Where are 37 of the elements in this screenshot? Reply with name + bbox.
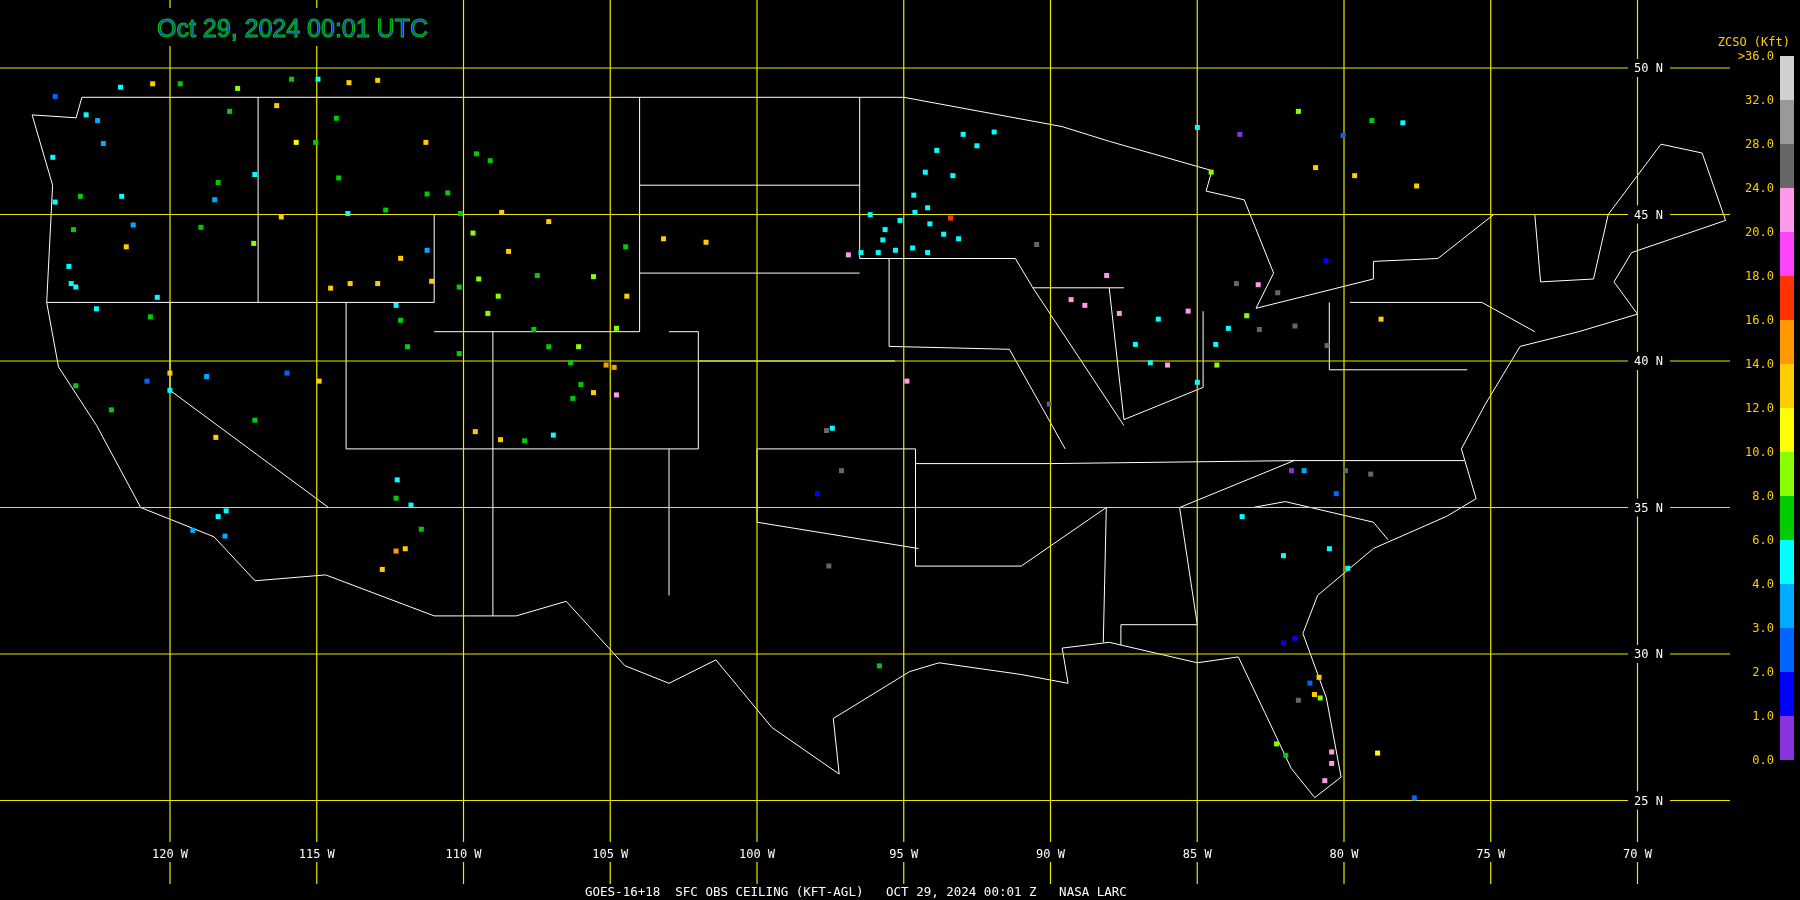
longitude-label: 90 W (1036, 847, 1065, 861)
legend-value: >36.0 (1737, 49, 1774, 63)
longitude-label: 120 W (151, 847, 189, 861)
latitude-label: 40 N (1634, 354, 1663, 368)
longitude-label: 70 W (1623, 847, 1652, 861)
latitude-label: 50 N (1634, 61, 1663, 75)
legend-value: 10.0 (1745, 445, 1774, 459)
legend-value: 24.0 (1745, 181, 1774, 195)
longitude-label: 95 W (889, 847, 919, 861)
latitude-label: 30 N (1634, 647, 1663, 661)
longitude-label: 100 W (738, 847, 776, 861)
longitude-label: 110 W (445, 847, 482, 861)
longitude-label: 105 W (592, 847, 629, 861)
longitude-label: 115 W (298, 847, 335, 861)
legend-value: 0.0 (1752, 753, 1774, 767)
latitude-label: 35 N (1634, 500, 1663, 515)
legend-value: 6.0 (1752, 533, 1774, 547)
map-caption: GOES-16+18 SFC OBS CEILING (KFT-AGL) OCT 29, 2024 00:01 Z NASA LARC (585, 884, 1127, 899)
legend-title: ZCSO (Kft) (1717, 35, 1790, 49)
legend-value: 14.0 (1745, 357, 1774, 371)
legend-value: 8.0 (1752, 489, 1774, 503)
legend-value: 1.0 (1752, 709, 1774, 723)
legend-value: 32.0 (1745, 93, 1774, 107)
longitude-label: 85 W (1182, 847, 1212, 861)
latitude-label: 25 N (1634, 793, 1663, 808)
legend-value: 20.0 (1745, 225, 1774, 239)
longitude-label: 80 W (1329, 847, 1359, 861)
legend-value: 2.0 (1752, 665, 1774, 679)
legend-value: 28.0 (1745, 137, 1774, 151)
latitude-label: 45 N (1634, 207, 1663, 222)
map-title: Oct 29, 2024 00:01 UTC (157, 14, 428, 42)
legend-value: 18.0 (1745, 269, 1774, 283)
legend-value: 4.0 (1752, 577, 1774, 591)
longitude-label: 75 W (1476, 847, 1506, 861)
legend-value: 12.0 (1745, 401, 1774, 415)
legend-value: 3.0 (1752, 621, 1774, 635)
legend-value: 16.0 (1745, 313, 1774, 327)
